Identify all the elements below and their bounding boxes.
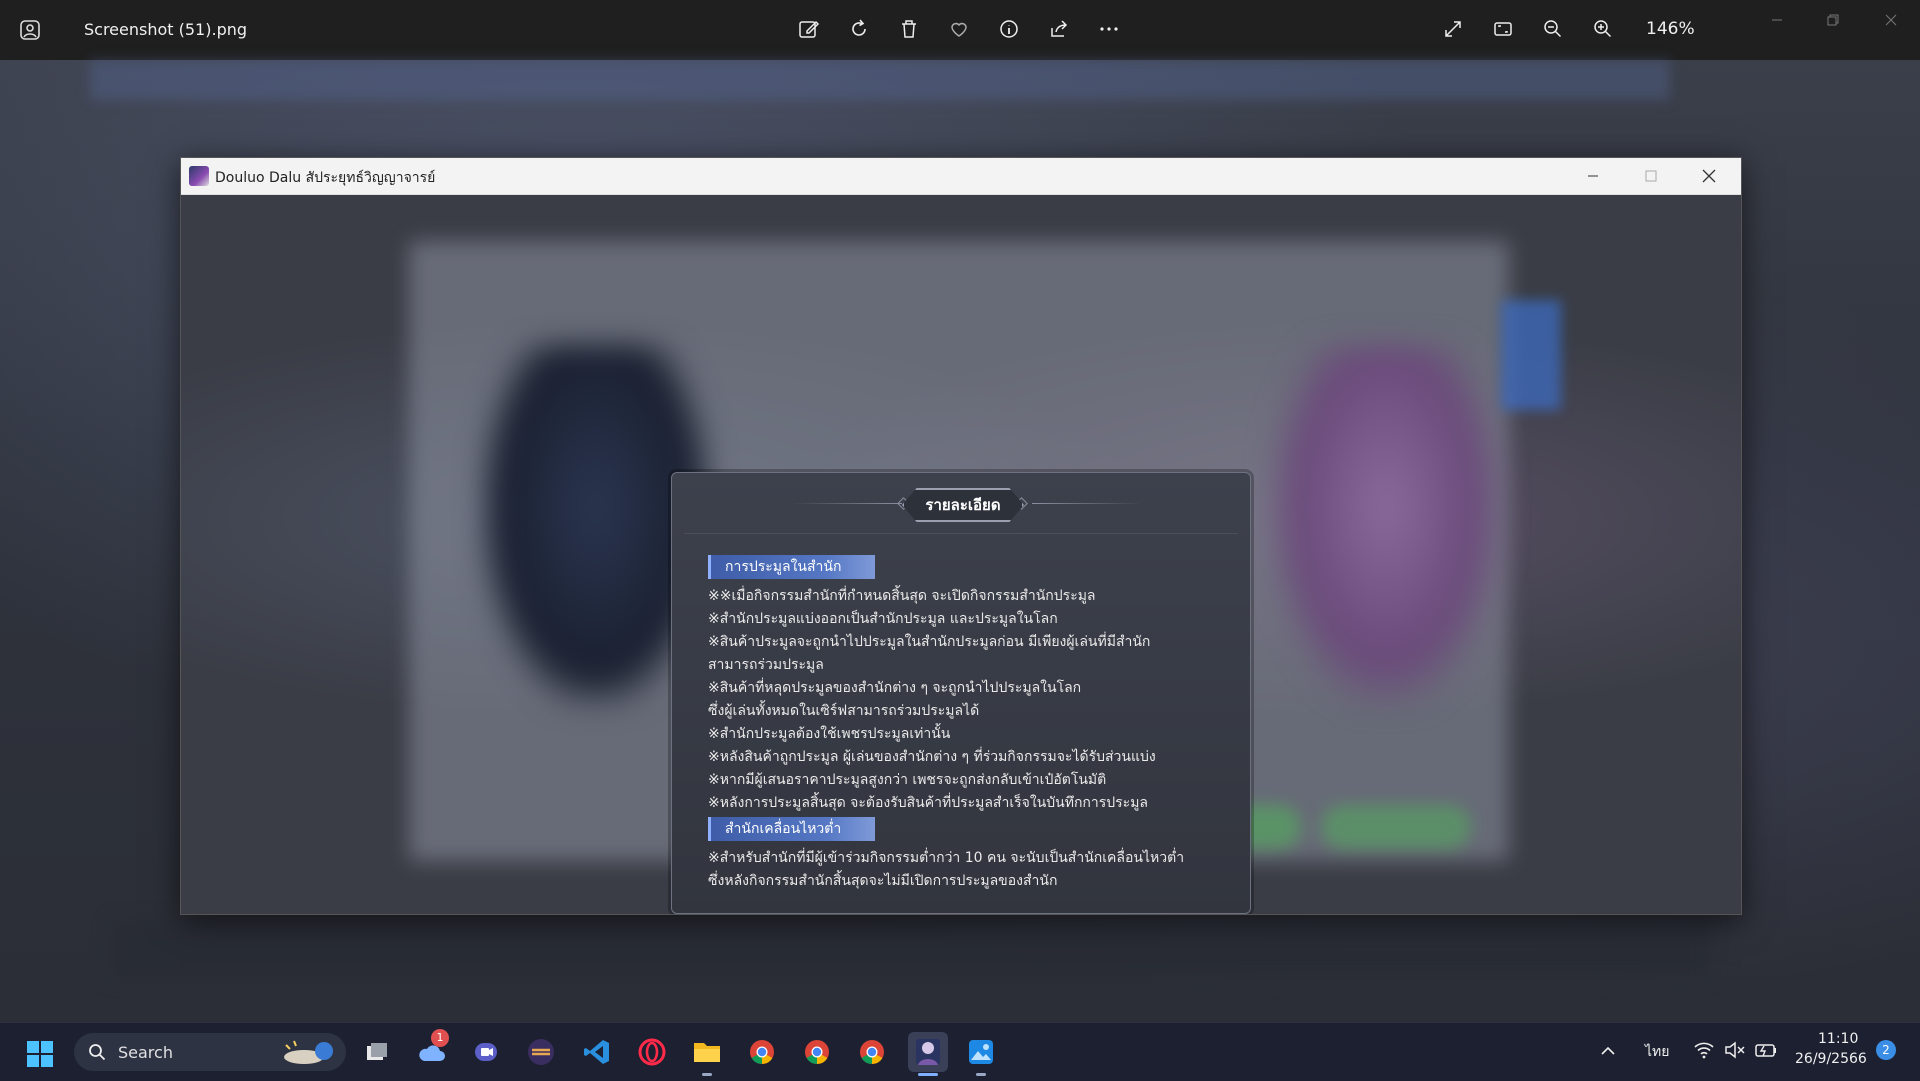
search-icon [88,1043,106,1061]
notification-badge[interactable]: 2 [1876,1040,1896,1060]
clock-date[interactable]: 26/9/2566 [1795,1051,1867,1067]
rule-line: ※หลังสินค้าถูกประมูล ผู้เล่นของสำนักต่าง… [708,749,1156,765]
task-view-icon[interactable] [360,1035,394,1069]
search-box[interactable]: Search [74,1033,346,1071]
douluo-game-icon[interactable] [908,1032,948,1072]
taskbar: Search 1 ไทย 11:10 26/9/2566 [0,1022,1920,1081]
game-viewport: รายละเอียด การประมูลในสำนัก ※※เมื่อกิจกร… [181,195,1741,914]
rule-line: สามารถร่วมประมูล [708,657,824,673]
viewer-tools [796,16,1122,42]
rule-line: ※หากมีผู้เสนอราคาประมูลสูงกว่า เพชรจะถูก… [708,772,1107,788]
game-window: Douluo Dalu สัประยุทธ์วิญญาจารย์ รายละเอ… [180,157,1742,915]
zoom-out-icon[interactable] [1540,16,1566,42]
rule-line: ซึ่งหลังกิจกรรมสำนักสิ้นสุดจะไม่มีเปิดกา… [708,873,1058,889]
chrome-icon-2[interactable] [800,1035,834,1069]
section-heading: สำนักเคลื่อนไหวต่ำ [708,817,875,841]
blurred-character-right [1271,345,1501,705]
rule-line: ※สินค้าที่หลุดประมูลของสำนักต่าง ๆ จะถูก… [708,680,1082,696]
info-icon[interactable] [996,16,1022,42]
detail-dialog: รายละเอียด การประมูลในสำนัก ※※เมื่อกิจกร… [671,472,1251,914]
rotate-icon[interactable] [846,16,872,42]
dialog-title-tab: รายละเอียด [902,488,1024,522]
dialog-scroll-content[interactable]: การประมูลในสำนัก ※※เมื่อกิจกรรมสำนักที่ก… [708,555,1228,900]
game-app-icon [189,166,209,186]
blurred-photo-region [90,60,1670,100]
volume-muted-icon[interactable] [1724,1041,1746,1059]
rule-line: ※สำนักประมูลต้องใช้เพชรประมูลเท่านั้น [708,726,951,742]
app-icon[interactable] [524,1035,558,1069]
restore-button[interactable] [1818,10,1848,30]
chrome-icon-3[interactable] [855,1035,889,1069]
photos-icon[interactable] [964,1035,998,1069]
search-highlight-icon [280,1037,340,1067]
running-indicator [702,1073,712,1076]
chevron-up-icon[interactable] [1600,1043,1616,1059]
edit-icon[interactable] [796,16,822,42]
favorite-icon[interactable] [946,16,972,42]
photo-viewer-toolbar: Screenshot (51).png 146% [0,0,1920,60]
section-heading: การประมูลในสำนัก [708,555,875,579]
blurred-side-tab [1501,300,1561,410]
fullscreen-icon[interactable] [1440,16,1466,42]
vscode-icon[interactable] [580,1035,614,1069]
fit-icon[interactable] [1490,16,1516,42]
game-close-button[interactable] [1697,166,1721,186]
game-window-title: Douluo Dalu สัประยุทธ์วิญญาจารย์ [215,170,436,186]
rule-line: ※※เมื่อกิจกรรมสำนักที่กำหนดสิ้นสุด จะเปิ… [708,588,1096,604]
more-icon[interactable] [1096,16,1122,42]
clock-time[interactable]: 11:10 [1818,1031,1858,1047]
teams-meet-icon[interactable] [469,1035,503,1069]
dialog-title: รายละเอียด [925,496,1001,514]
weather-badge: 1 [431,1029,449,1047]
game-minimize-button[interactable] [1581,166,1605,186]
divider [684,533,1238,534]
viewer-zoom-tools: 146% [1440,16,1695,42]
header-ornament [792,503,902,504]
blurred-photo-region [110,920,1710,980]
file-name: Screenshot (51).png [84,20,248,39]
search-label: Search [118,1043,173,1062]
file-explorer-icon[interactable] [690,1035,724,1069]
wifi-icon[interactable] [1694,1041,1714,1059]
blurred-green-button [1321,805,1471,849]
chrome-icon[interactable] [745,1035,779,1069]
photos-app-icon [18,18,42,42]
delete-icon[interactable] [896,16,922,42]
share-icon[interactable] [1046,16,1072,42]
game-window-titlebar[interactable]: Douluo Dalu สัประยุทธ์วิญญาจารย์ [181,158,1741,195]
rule-line: ※สำนักประมูลแบ่งออกเป็นสำนักประมูล และปร… [708,611,1058,627]
rule-line: ซึ่งผู้เล่นทั้งหมดในเซิร์ฟสามารถร่วมประม… [708,703,980,719]
minimize-button[interactable] [1762,10,1792,30]
active-window-indicator [918,1073,938,1076]
zoom-level[interactable]: 146% [1646,19,1695,39]
zoom-in-icon[interactable] [1590,16,1616,42]
rule-line: ※สินค้าประมูลจะถูกนำไปประมูลในสำนักประมู… [708,634,1151,650]
running-indicator [976,1073,986,1076]
start-button[interactable] [26,1040,54,1068]
input-language[interactable]: ไทย [1645,1041,1669,1063]
close-button[interactable] [1876,10,1906,30]
battery-icon[interactable] [1754,1041,1778,1059]
rule-line: ※หลังการประมูลสิ้นสุด จะต้องรับสินค้าที่… [708,795,1149,811]
game-maximize-button[interactable] [1639,166,1663,186]
rule-line: ※สำหรับสำนักที่มีผู้เข้าร่วมกิจกรรมต่ำกว… [708,850,1185,866]
opera-icon[interactable] [635,1035,669,1069]
header-ornament [1032,503,1142,504]
